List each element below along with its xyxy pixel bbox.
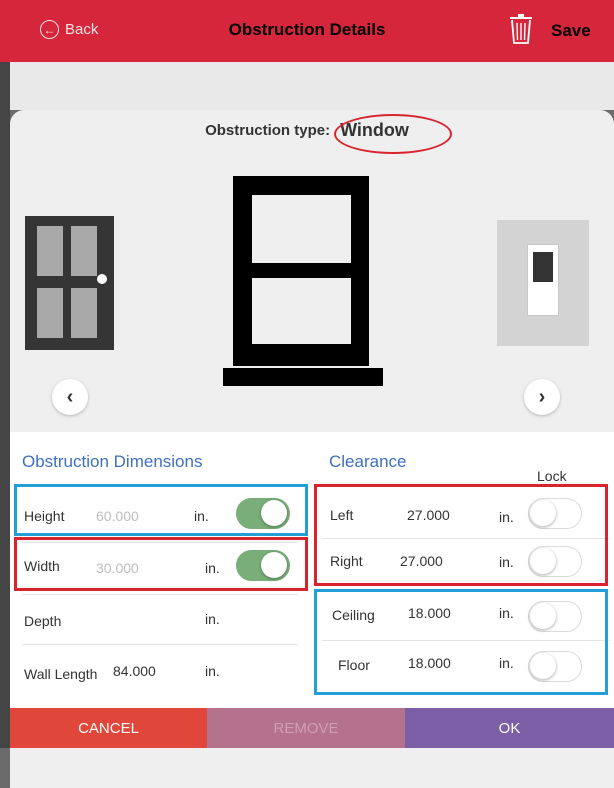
width-unit: in.	[205, 560, 220, 576]
width-lock-toggle[interactable]	[236, 550, 290, 581]
clearance-title: Clearance	[329, 452, 407, 471]
chevron-right-icon: ›	[538, 385, 546, 408]
divider	[22, 542, 298, 543]
ok-button[interactable]: OK	[405, 708, 614, 748]
door-panel	[37, 226, 63, 276]
lock-label: Lock	[537, 468, 567, 484]
arrow-left-circle-icon: ←	[40, 20, 59, 39]
obstruction-type-label: Obstruction type:	[205, 122, 331, 139]
right-clearance-unit: in.	[499, 554, 514, 570]
background-strip	[0, 62, 10, 748]
wall-length-label: Wall Length	[24, 666, 98, 682]
back-button[interactable]: ← Back	[40, 20, 98, 39]
cancel-button[interactable]: CANCEL	[10, 708, 207, 748]
height-unit: in.	[194, 508, 209, 524]
switch-option[interactable]	[497, 220, 589, 346]
door-panel	[71, 288, 97, 338]
toggle-knob	[261, 552, 287, 578]
right-clearance-label: Right	[330, 553, 363, 569]
ceiling-clearance-unit: in.	[499, 605, 514, 621]
depth-label: Depth	[24, 613, 62, 629]
height-field[interactable]: 60.000	[96, 508, 139, 524]
toggle-knob	[530, 548, 556, 574]
height-lock-toggle[interactable]	[236, 498, 290, 529]
wall-length-field[interactable]: 84.000	[113, 663, 156, 679]
floor-clearance-label: Floor	[338, 657, 370, 673]
door-panel	[37, 288, 63, 338]
door-option[interactable]	[25, 216, 114, 350]
ceiling-lock-toggle[interactable]	[528, 601, 582, 632]
height-label: Height	[24, 508, 65, 524]
toggle-knob	[530, 603, 556, 629]
switch-plate	[527, 244, 559, 316]
switch-toggle-shape	[533, 252, 553, 282]
dimensions-form: Obstruction Dimensions Clearance Lock He…	[10, 432, 614, 708]
previous-button[interactable]: ‹	[52, 379, 88, 415]
chevron-left-icon: ‹	[66, 385, 74, 408]
obstruction-type: Obstruction type: Window	[0, 120, 614, 141]
header-spacer	[10, 62, 614, 110]
back-label: Back	[65, 21, 99, 38]
dimensions-title: Obstruction Dimensions	[22, 452, 203, 471]
toggle-knob	[530, 653, 556, 679]
wall-length-unit: in.	[205, 663, 220, 679]
left-clearance-label: Left	[330, 507, 354, 523]
door-knob	[97, 274, 107, 284]
floor-clearance-field[interactable]: 18.000	[408, 655, 451, 671]
door-panel	[71, 226, 97, 276]
divider	[22, 644, 298, 645]
save-button[interactable]: Save	[551, 21, 591, 41]
divider	[22, 594, 298, 595]
right-clearance-field[interactable]: 27.000	[400, 553, 443, 569]
left-clearance-unit: in.	[499, 509, 514, 525]
width-field[interactable]: 30.000	[96, 560, 139, 576]
annotation-ellipse	[334, 114, 452, 154]
floor-clearance-unit: in.	[499, 655, 514, 671]
remove-button[interactable]: REMOVE	[207, 708, 405, 748]
divider	[322, 640, 610, 641]
trash-icon[interactable]	[510, 14, 532, 44]
divider	[322, 590, 610, 591]
left-lock-toggle[interactable]	[528, 498, 582, 529]
toggle-knob	[530, 500, 556, 526]
right-lock-toggle[interactable]	[528, 546, 582, 577]
divider	[322, 538, 610, 539]
depth-unit: in.	[205, 611, 220, 627]
window-option[interactable]	[222, 174, 384, 388]
floor-lock-toggle[interactable]	[528, 651, 582, 682]
next-button[interactable]: ›	[524, 379, 560, 415]
left-clearance-field[interactable]: 27.000	[407, 507, 450, 523]
ceiling-clearance-field[interactable]: 18.000	[408, 605, 451, 621]
toggle-knob	[261, 500, 287, 526]
ceiling-clearance-label: Ceiling	[332, 607, 375, 623]
width-label: Width	[24, 558, 60, 574]
